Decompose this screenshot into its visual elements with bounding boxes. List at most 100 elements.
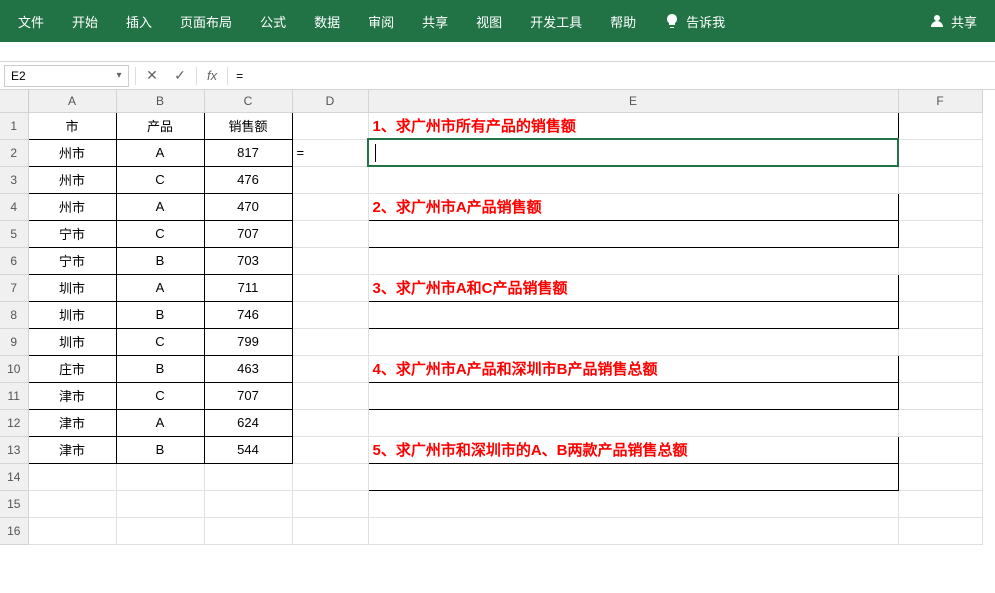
active-cell[interactable] [368,139,898,166]
cell[interactable] [292,463,368,490]
cell[interactable] [898,301,982,328]
cell[interactable]: 圳市 [28,328,116,355]
cell[interactable] [204,490,292,517]
cell[interactable] [28,463,116,490]
ribbon-tab-insert[interactable]: 插入 [112,0,166,42]
cell[interactable]: A [116,139,204,166]
row-header[interactable]: 1 [0,112,28,139]
cell[interactable]: 4、求广州市A产品和深圳市B产品销售总额 [368,355,898,382]
cell[interactable] [898,220,982,247]
cell[interactable]: 津市 [28,382,116,409]
cell[interactable] [292,220,368,247]
cell[interactable] [292,166,368,193]
cell[interactable]: 817 [204,139,292,166]
cell[interactable]: B [116,355,204,382]
cell[interactable]: 庄市 [28,355,116,382]
cell[interactable]: 3、求广州市A和C产品销售额 [368,274,898,301]
ribbon-tab-data[interactable]: 数据 [300,0,354,42]
cell[interactable] [898,112,982,139]
cell[interactable]: 799 [204,328,292,355]
row-header[interactable]: 2 [0,139,28,166]
cell[interactable] [292,193,368,220]
ribbon-tab-help[interactable]: 帮助 [596,0,650,42]
ribbon-tab-dev[interactable]: 开发工具 [516,0,596,42]
ribbon-tab-file[interactable]: 文件 [4,0,58,42]
cell[interactable]: 476 [204,166,292,193]
name-box-dropdown-icon[interactable]: ▾ [112,69,126,83]
col-header-D[interactable]: D [292,90,368,112]
cell[interactable] [898,517,982,544]
cell[interactable] [28,490,116,517]
ribbon-tab-formula[interactable]: 公式 [246,0,300,42]
cell[interactable]: C [116,328,204,355]
cell[interactable] [898,274,982,301]
cell[interactable] [292,409,368,436]
cell[interactable]: 707 [204,220,292,247]
cancel-button[interactable]: ✕ [138,65,166,87]
row-header[interactable]: 6 [0,247,28,274]
cell[interactable]: 746 [204,301,292,328]
name-box[interactable]: E2 ▾ [4,65,129,87]
select-all-corner[interactable] [0,90,28,112]
ribbon-tab-layout[interactable]: 页面布局 [166,0,246,42]
cell[interactable] [292,247,368,274]
col-header-B[interactable]: B [116,90,204,112]
cell[interactable] [368,328,898,355]
share-button[interactable]: 共享 [915,0,991,42]
cell[interactable] [368,409,898,436]
cell[interactable] [898,463,982,490]
row-header[interactable]: 11 [0,382,28,409]
cell[interactable] [292,328,368,355]
cell[interactable]: C [116,166,204,193]
cell[interactable] [898,247,982,274]
cell[interactable] [898,355,982,382]
cell[interactable] [368,166,898,193]
row-header[interactable]: 10 [0,355,28,382]
cell[interactable] [116,490,204,517]
cell[interactable]: A [116,409,204,436]
cell[interactable]: A [116,274,204,301]
row-header[interactable]: 9 [0,328,28,355]
cell[interactable] [292,382,368,409]
cell[interactable] [368,220,898,247]
cell[interactable]: 州市 [28,139,116,166]
cell[interactable]: C [116,220,204,247]
fx-button[interactable]: fx [199,68,225,83]
cell[interactable] [292,274,368,301]
cell[interactable] [898,193,982,220]
row-header[interactable]: 3 [0,166,28,193]
cell[interactable]: 707 [204,382,292,409]
cell[interactable]: 544 [204,436,292,463]
cell[interactable]: 州市 [28,166,116,193]
cell[interactable]: 市 [28,112,116,139]
cell[interactable] [292,490,368,517]
cell[interactable] [204,463,292,490]
cell[interactable] [368,490,898,517]
row-header[interactable]: 12 [0,409,28,436]
cell[interactable] [368,301,898,328]
cell[interactable]: 宁市 [28,247,116,274]
cell[interactable]: 1、求广州市所有产品的销售额 [368,112,898,139]
row-header[interactable]: 8 [0,301,28,328]
cell[interactable] [898,139,982,166]
cell[interactable] [368,517,898,544]
confirm-button[interactable]: ✓ [166,65,194,87]
col-header-A[interactable]: A [28,90,116,112]
cell[interactable]: C [116,382,204,409]
cell[interactable]: B [116,301,204,328]
cell[interactable]: 销售额 [204,112,292,139]
row-header[interactable]: 16 [0,517,28,544]
cell[interactable]: = [292,139,368,166]
formula-input[interactable] [230,65,995,87]
cell[interactable]: 产品 [116,112,204,139]
cell[interactable]: 624 [204,409,292,436]
cell[interactable]: 州市 [28,193,116,220]
cell[interactable] [292,517,368,544]
ribbon-tab-home[interactable]: 开始 [58,0,112,42]
cell[interactable] [116,463,204,490]
cell[interactable]: 宁市 [28,220,116,247]
cell[interactable]: 津市 [28,436,116,463]
cell[interactable] [292,355,368,382]
cell[interactable] [368,382,898,409]
cell[interactable]: B [116,436,204,463]
